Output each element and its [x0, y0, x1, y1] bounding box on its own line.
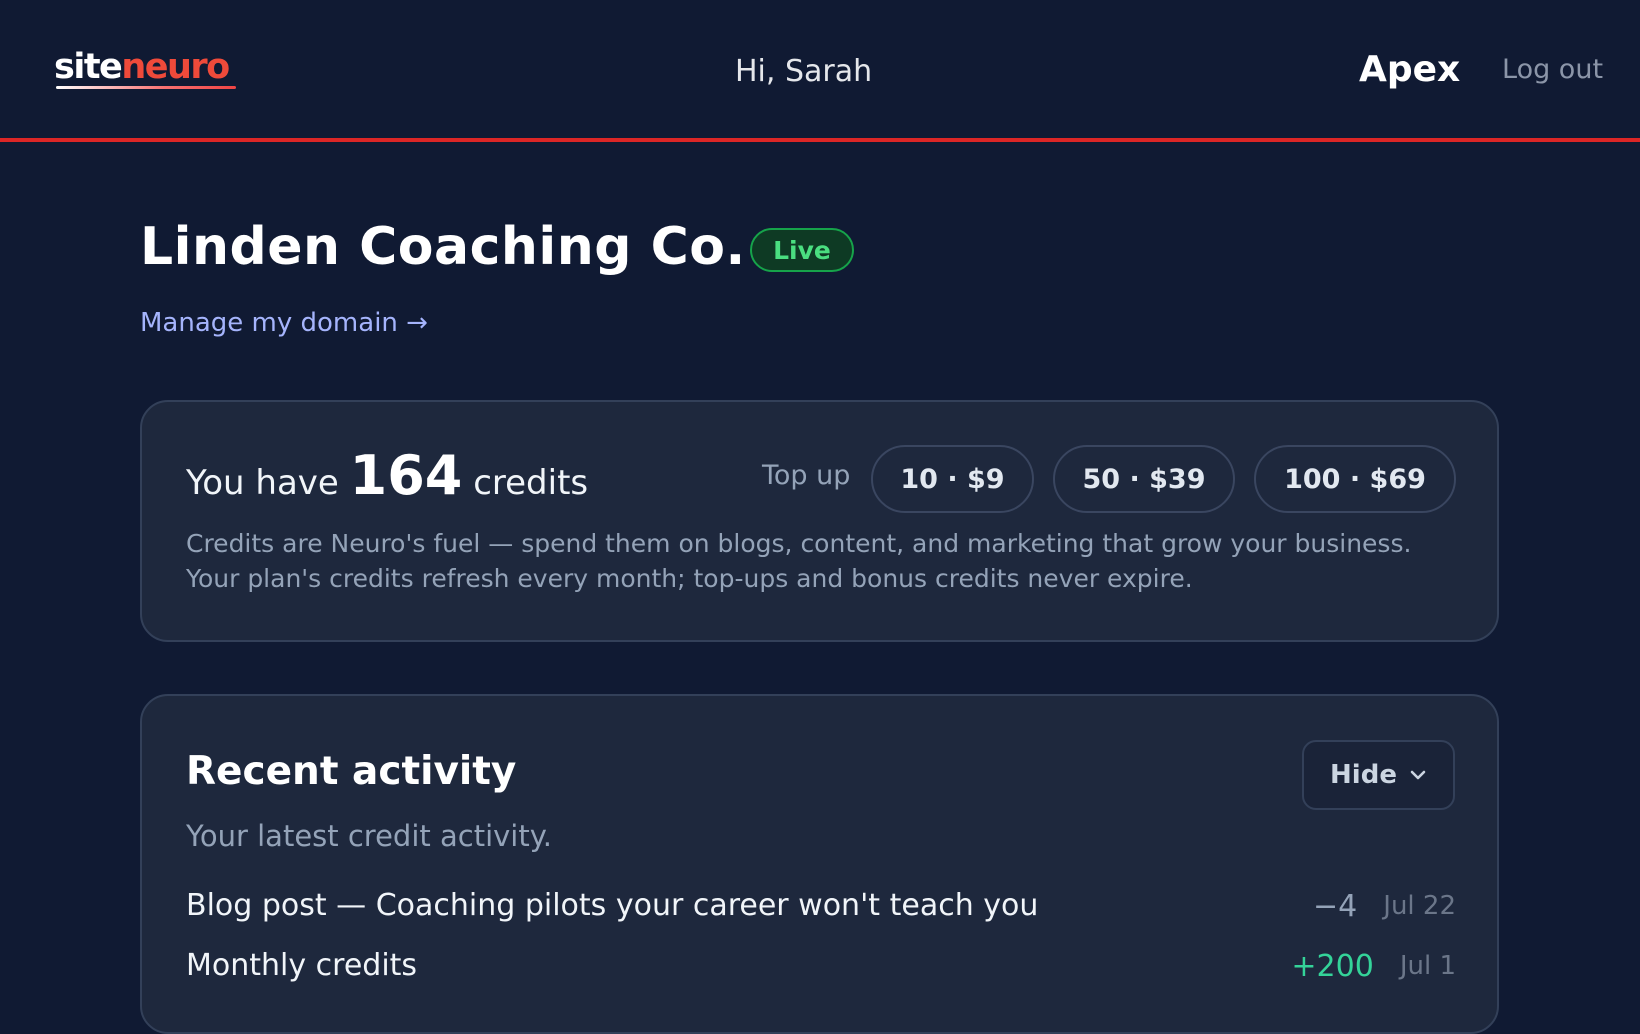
activity-meta: −4 Jul 22	[1313, 884, 1456, 928]
chevron-down-icon	[1410, 770, 1426, 780]
site-title: Linden Coaching Co.	[140, 217, 746, 277]
manage-domain-link[interactable]: Manage my domain →	[140, 306, 428, 340]
credit-suffix: credits	[473, 463, 589, 503]
activity-row: Blog post — Coaching pilots your career …	[186, 884, 1456, 928]
activity-card: Recent activity Hide Your latest credit …	[140, 694, 1499, 1034]
activity-amount: +200	[1291, 948, 1374, 984]
siteneuro-logo[interactable]: siteneuro	[54, 44, 230, 90]
logo-site-text: site	[54, 47, 123, 87]
credits-description-line-2: Your plan's credits refresh every month;…	[186, 564, 1193, 593]
credit-prefix: You have	[186, 463, 339, 503]
logo-underline	[56, 86, 236, 89]
hide-button-label: Hide	[1330, 760, 1397, 790]
activity-label: Monthly credits	[186, 948, 418, 983]
top-up-100-button[interactable]: 100 · $69	[1254, 445, 1456, 513]
user-greeting: Hi, Sarah	[735, 54, 873, 89]
credit-count: 164	[349, 444, 463, 507]
logo-neuro-text: neuro	[121, 47, 230, 87]
top-up-label: Top up	[762, 460, 851, 491]
activity-label: Blog post — Coaching pilots your career …	[186, 888, 1039, 923]
top-up-50-button[interactable]: 50 · $39	[1053, 445, 1235, 513]
logout-link[interactable]: Log out	[1502, 52, 1603, 88]
activity-row: Monthly credits +200 Jul 1	[186, 944, 1456, 988]
activity-meta: +200 Jul 1	[1291, 944, 1456, 988]
status-badge: Live	[750, 228, 854, 272]
top-up-10-button[interactable]: 10 · $9	[871, 445, 1034, 513]
plan-name: Apex	[1359, 49, 1461, 90]
activity-date: Jul 1	[1399, 951, 1456, 981]
activity-subtitle: Your latest credit activity.	[186, 819, 552, 853]
activity-title: Recent activity	[186, 749, 517, 794]
activity-date: Jul 22	[1383, 891, 1456, 921]
credits-description-line-1: Credits are Neuro's fuel — spend them on…	[186, 529, 1412, 558]
credits-card: You have 164 credits Top up 10 · $9 50 ·…	[140, 400, 1499, 642]
activity-amount: −4	[1313, 888, 1358, 924]
credit-balance: You have 164 credits	[186, 444, 588, 515]
hide-activity-button[interactable]: Hide	[1302, 740, 1455, 810]
credits-description: Credits are Neuro's fuel — spend them on…	[186, 526, 1466, 596]
top-header: siteneuro Hi, Sarah Apex Log out	[0, 0, 1640, 142]
